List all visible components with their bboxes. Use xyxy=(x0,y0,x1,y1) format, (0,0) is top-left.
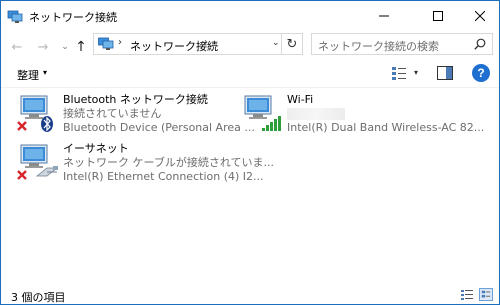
red-x-icon xyxy=(17,170,27,180)
title-bar[interactable]: ネットワーク接続 xyxy=(1,1,499,31)
connection-item-ethernet[interactable]: イーサネット ネットワーク ケーブルが接続されていま... Intel(R) E… xyxy=(17,142,274,184)
network-adapter-icon xyxy=(244,95,281,131)
connection-details: Wi-Fi Intel(R) Dual Band Wireless-AC 82.… xyxy=(287,93,484,135)
chevron-down-icon: ⌄ xyxy=(61,42,69,52)
up-button[interactable]: ↑ xyxy=(71,37,91,57)
connection-details: Bluetooth ネットワーク接続 接続されていません Bluetooth D… xyxy=(63,93,255,135)
organize-button[interactable]: 整理 xyxy=(17,67,39,83)
view-options-dropdown[interactable]: ▾ xyxy=(414,68,418,77)
window-title: ネットワーク接続 xyxy=(29,11,117,24)
up-arrow-icon: ↑ xyxy=(75,39,87,55)
maximize-icon xyxy=(433,11,443,21)
help-icon: ? xyxy=(477,66,485,80)
connection-status xyxy=(287,107,484,121)
help-button[interactable]: ? xyxy=(472,64,490,82)
forward-button[interactable]: → xyxy=(33,37,53,57)
connection-item-bluetooth[interactable]: Bluetooth ネットワーク接続 接続されていません Bluetooth D… xyxy=(17,93,255,135)
refresh-button[interactable]: ↻ xyxy=(281,33,303,55)
search-placeholder: ネットワーク接続の検索 xyxy=(318,40,439,53)
toolbar-divider xyxy=(1,87,499,88)
connection-name: Bluetooth ネットワーク接続 xyxy=(63,93,208,106)
chevron-down-icon[interactable]: ▾ xyxy=(43,68,47,77)
back-button[interactable]: ← xyxy=(7,37,27,57)
forward-arrow-icon: → xyxy=(37,39,49,55)
connection-name: Wi-Fi xyxy=(287,93,314,106)
minimize-icon xyxy=(379,15,389,17)
command-bar: 整理 ▾ xyxy=(1,61,499,87)
connection-device: Intel(R) Ethernet Connection (4) I2... xyxy=(63,170,264,183)
breadcrumb-separator[interactable]: › xyxy=(118,37,122,48)
change-view-icon[interactable] xyxy=(391,65,407,81)
network-connections-icon xyxy=(7,10,23,23)
connection-device: Bluetooth Device (Personal Area ... xyxy=(63,121,255,134)
minimize-button[interactable] xyxy=(361,1,407,31)
back-arrow-icon: ← xyxy=(11,39,23,55)
connection-name: イーサネット xyxy=(63,142,129,155)
item-count: 3 個の項目 xyxy=(11,291,66,304)
connection-status: ネットワーク ケーブルが接続されていま... xyxy=(63,156,274,169)
connection-device: Intel(R) Dual Band Wireless-AC 82... xyxy=(287,121,485,134)
connection-details: イーサネット ネットワーク ケーブルが接続されていま... Intel(R) E… xyxy=(63,142,274,184)
network-connections-icon xyxy=(98,37,114,50)
network-adapter-icon xyxy=(17,144,59,180)
tiles-view-icon[interactable] xyxy=(479,288,493,301)
refresh-icon: ↻ xyxy=(286,36,298,52)
connection-status: 接続されていません xyxy=(63,107,162,120)
close-icon xyxy=(475,11,485,21)
details-view-icon[interactable] xyxy=(461,289,473,300)
maximize-button[interactable] xyxy=(415,1,461,31)
search-icon xyxy=(474,38,486,50)
connection-item-wifi[interactable]: Wi-Fi Intel(R) Dual Band Wireless-AC 82.… xyxy=(241,93,497,135)
search-input[interactable]: ネットワーク接続の検索 xyxy=(311,33,493,55)
preview-pane-icon[interactable] xyxy=(437,66,453,80)
breadcrumb-separator[interactable]: › xyxy=(204,37,208,48)
network-adapter-icon xyxy=(17,95,53,132)
bluetooth-icon xyxy=(41,116,53,132)
red-x-icon xyxy=(17,121,27,131)
redacted-network-name xyxy=(287,108,345,120)
explorer-window: ネットワーク接続 ← → ⌄ ↑ › ネットワーク接続 › ⌄ ↻ ネットワーク… xyxy=(0,0,500,305)
close-button[interactable] xyxy=(457,1,500,31)
address-bar[interactable]: › ネットワーク接続 › ⌄ xyxy=(93,33,303,55)
chevron-down-icon[interactable]: ⌄ xyxy=(272,38,280,48)
status-bar: 3 個の項目 xyxy=(1,284,499,304)
